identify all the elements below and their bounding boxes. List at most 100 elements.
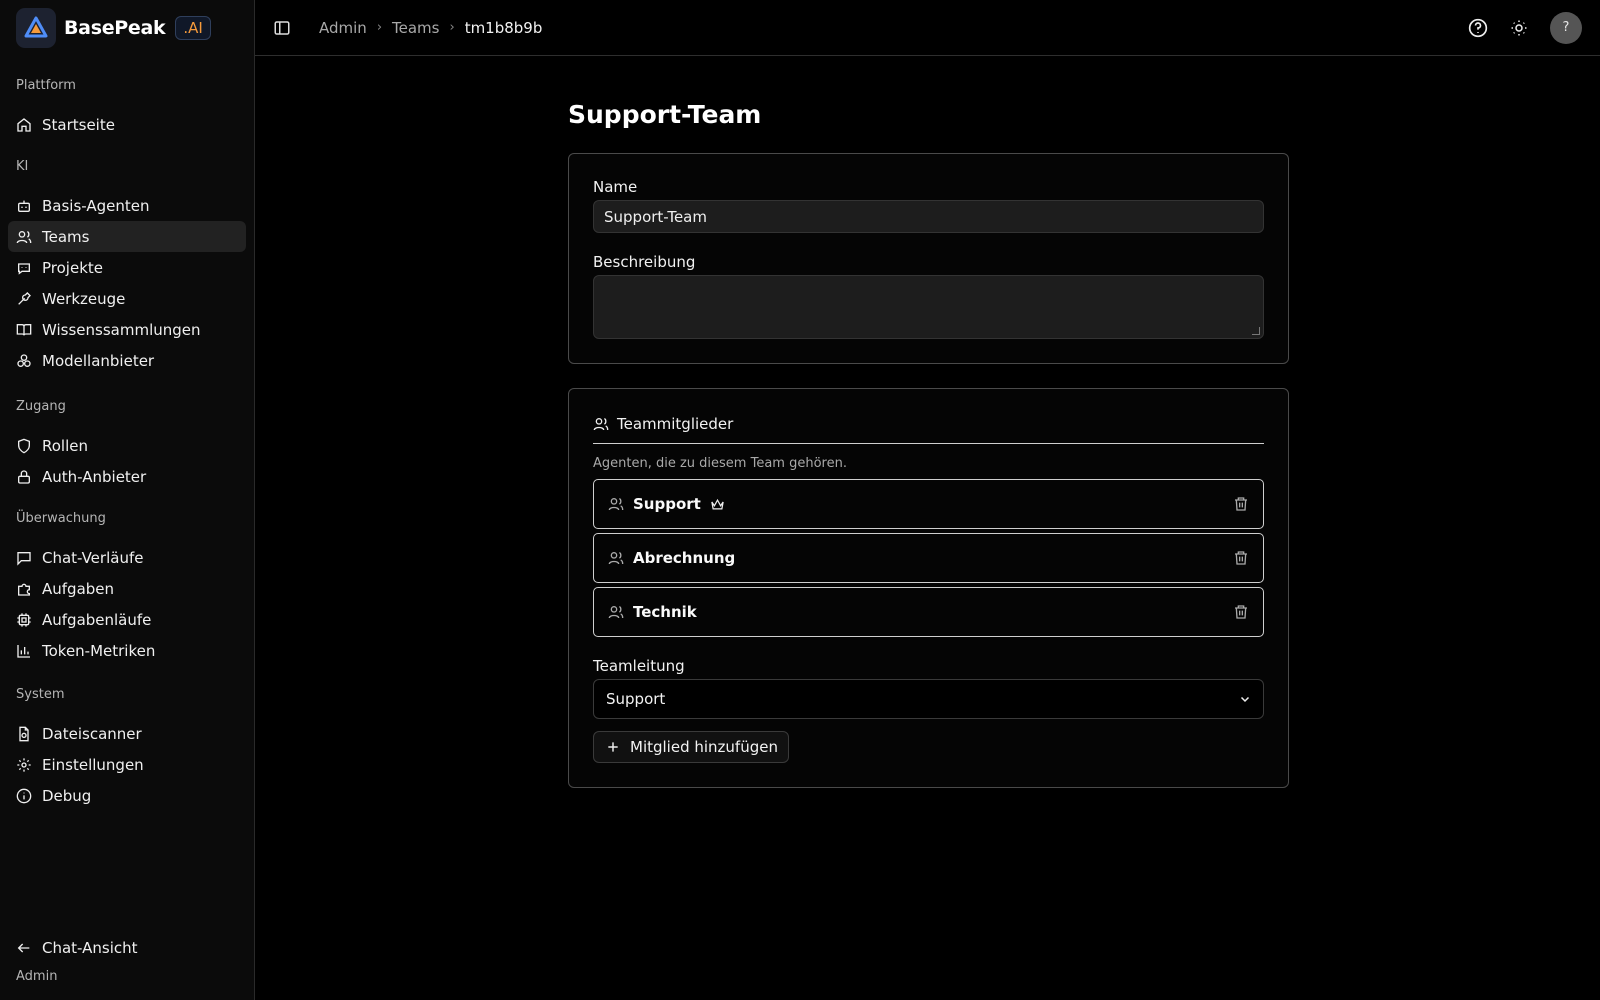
- plus-icon: [608, 742, 618, 752]
- description-textarea[interactable]: [593, 275, 1264, 339]
- sidebar-item-wissenssammlungen[interactable]: Wissenssammlungen: [8, 314, 246, 345]
- file-scan-icon: [19, 726, 29, 741]
- list-item[interactable]: Abrechnung: [593, 533, 1264, 583]
- theme-toggle-sun-icon[interactable]: [1510, 19, 1528, 37]
- logo-icon: [16, 8, 56, 48]
- users-icon: [16, 230, 32, 243]
- team-details-card: Name Support-Team Beschreibung: [568, 153, 1289, 364]
- name-input[interactable]: Support-Team: [593, 200, 1264, 233]
- gear-icon: [17, 757, 31, 772]
- message-square-icon: [17, 551, 31, 566]
- trash-icon[interactable]: [1233, 550, 1249, 566]
- cpu-icon: [17, 612, 31, 627]
- nav-group-system: System Dateiscanner Einstellungen Debug: [8, 685, 246, 811]
- sidebar-item-modellanbieter[interactable]: Modellanbieter: [8, 345, 246, 376]
- top-actions: ?: [1468, 11, 1582, 44]
- breadcrumb: Admin › Teams › tm1b8b9b: [319, 19, 542, 37]
- sidebar-item-label: Dateiscanner: [42, 724, 142, 743]
- sidebar-item-label: Auth-Anbieter: [42, 467, 147, 486]
- puzzle-icon: [18, 583, 30, 596]
- chat-view-label: Chat-Ansicht: [42, 938, 138, 957]
- info-icon: [16, 788, 32, 803]
- current-user-label: Admin: [16, 969, 58, 984]
- bot-message-icon: [18, 262, 30, 275]
- sidebar-item-startseite[interactable]: Startseite: [8, 109, 246, 140]
- resize-handle-icon[interactable]: [1252, 327, 1260, 335]
- description-label: Beschreibung: [593, 253, 696, 271]
- nav-group-label: System: [16, 687, 65, 702]
- sidebar-item-token-metriken[interactable]: Token-Metriken: [8, 635, 246, 666]
- bar-chart-icon: [17, 644, 30, 658]
- nav-group-zugang: Zugang Rollen Auth-Anbieter: [8, 397, 246, 492]
- sidebar-item-label: Startseite: [42, 115, 115, 134]
- sidebar-item-label: Aufgabenläufe: [42, 610, 152, 629]
- member-name: Technik: [633, 603, 697, 621]
- sidebar-item-projekte[interactable]: Projekte: [8, 252, 246, 283]
- nav-group-label: Plattform: [16, 78, 76, 93]
- avatar[interactable]: ?: [1550, 11, 1582, 44]
- sidebar-item-rollen[interactable]: Rollen: [8, 430, 246, 461]
- chevron-right-icon: ›: [376, 20, 383, 35]
- breadcrumb-teams[interactable]: Teams: [392, 19, 439, 37]
- team-lead-value: Support: [606, 690, 666, 708]
- team-lead-label: Teamleitung: [593, 657, 685, 675]
- crown-icon: [711, 498, 724, 509]
- shield-icon: [18, 438, 30, 453]
- breadcrumb-admin[interactable]: Admin: [319, 19, 367, 37]
- sidebar-item-einstellungen[interactable]: Einstellungen: [8, 749, 246, 780]
- sidebar-item-dateiscanner[interactable]: Dateiscanner: [8, 718, 246, 749]
- wrench-icon: [18, 291, 31, 305]
- book-icon: [16, 323, 32, 335]
- brand[interactable]: BasePeak .AI: [0, 0, 254, 56]
- sidebar-footer: Chat-Ansicht Admin: [8, 932, 246, 985]
- boxes-icon: [17, 353, 31, 367]
- lock-icon: [18, 469, 30, 484]
- list-item[interactable]: Support: [593, 479, 1264, 529]
- chat-view-link[interactable]: Chat-Ansicht: [8, 932, 246, 963]
- members-heading: Teammitglieder: [593, 415, 1264, 444]
- members-heading-label: Teammitglieder: [617, 415, 734, 433]
- sidebar-item-label: Basis-Agenten: [42, 196, 150, 215]
- sidebar-item-label: Aufgaben: [42, 579, 115, 598]
- team-members-card: Teammitglieder Agenten, die zu diesem Te…: [568, 388, 1289, 788]
- sidebar-item-label: Projekte: [42, 258, 103, 277]
- trash-icon[interactable]: [1233, 496, 1249, 512]
- help-icon[interactable]: [1468, 18, 1488, 38]
- nav-group-ueberwachung: Überwachung Chat-Verläufe Aufgaben Aufga…: [8, 509, 246, 666]
- nav-group-label: Überwachung: [16, 511, 106, 526]
- brand-name: BasePeak: [64, 17, 166, 39]
- sidebar-item-label: Teams: [42, 227, 90, 246]
- trash-icon[interactable]: [1233, 604, 1249, 620]
- member-name: Support: [633, 495, 701, 513]
- sidebar-item-label: Wissenssammlungen: [42, 320, 201, 339]
- sidebar-item-debug[interactable]: Debug: [8, 780, 246, 811]
- sidebar-toggle-icon[interactable]: [273, 19, 291, 37]
- team-edit-form: Support-Team Name Support-Team Beschreib…: [568, 100, 1289, 788]
- main-content: Admin › Teams › tm1b8b9b ? Support-Team …: [255, 0, 1600, 1000]
- list-item[interactable]: Technik: [593, 587, 1264, 637]
- sidebar-item-chat-verlaeufe[interactable]: Chat-Verläufe: [8, 542, 246, 573]
- sidebar-item-basis-agenten[interactable]: Basis-Agenten: [8, 190, 246, 221]
- bot-icon: [18, 200, 30, 212]
- sidebar-item-aufgaben[interactable]: Aufgaben: [8, 573, 246, 604]
- sidebar-item-label: Debug: [42, 786, 92, 805]
- sidebar-item-werkzeuge[interactable]: Werkzeuge: [8, 283, 246, 314]
- sidebar-item-label: Token-Metriken: [42, 641, 156, 660]
- sidebar-item-teams[interactable]: Teams: [8, 221, 246, 252]
- sidebar: BasePeak .AI Plattform Startseite KI Bas…: [0, 0, 255, 1000]
- chevron-down-icon: [1240, 696, 1250, 703]
- users-icon: [608, 498, 624, 511]
- sidebar-item-aufgabenlaeufe[interactable]: Aufgabenläufe: [8, 604, 246, 635]
- brand-suffix: .AI: [175, 16, 211, 40]
- page-title: Support-Team: [568, 100, 762, 129]
- team-lead-select[interactable]: Support: [593, 679, 1264, 719]
- sidebar-item-label: Rollen: [42, 436, 88, 455]
- member-name: Abrechnung: [633, 549, 736, 567]
- sidebar-item-auth-anbieter[interactable]: Auth-Anbieter: [8, 461, 246, 492]
- arrow-left-icon: [17, 943, 30, 952]
- nav-group-label: KI: [16, 159, 29, 174]
- nav-group-platform: Plattform Startseite: [8, 76, 246, 140]
- add-member-label: Mitglied hinzufügen: [630, 738, 778, 756]
- nav-group-label: Zugang: [16, 399, 66, 414]
- add-member-button[interactable]: Mitglied hinzufügen: [593, 731, 789, 763]
